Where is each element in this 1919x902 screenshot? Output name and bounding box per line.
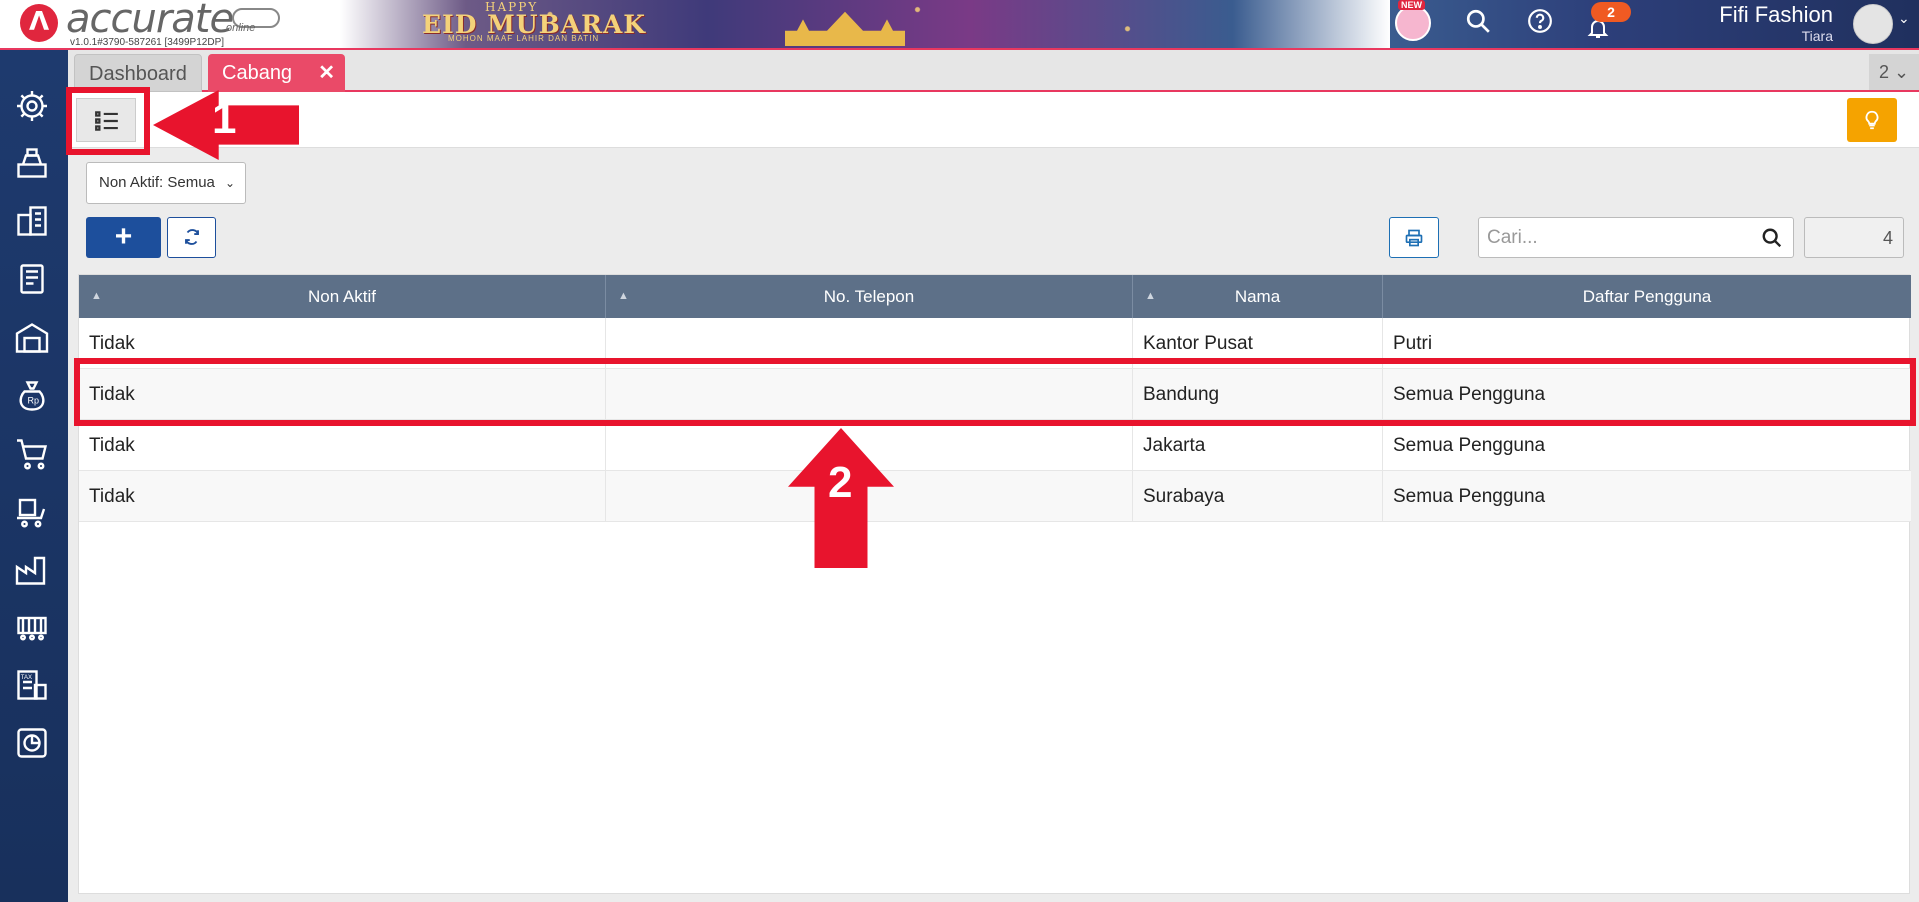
- column-header-pengguna[interactable]: Daftar Pengguna: [1383, 275, 1911, 318]
- tax-icon[interactable]: TAX: [14, 667, 54, 707]
- search-box: [1478, 217, 1794, 258]
- ledger-icon[interactable]: [14, 261, 54, 301]
- factory-icon[interactable]: [14, 552, 54, 592]
- view-toolbar: [68, 92, 1919, 148]
- purchase-icon[interactable]: [14, 494, 54, 534]
- search-icon[interactable]: [1761, 227, 1783, 249]
- building-icon[interactable]: [14, 203, 54, 243]
- tab-cabang[interactable]: Cabang ✕: [208, 54, 345, 92]
- company-name[interactable]: Fifi Fashion: [1719, 2, 1833, 28]
- sort-icon: ▲: [1145, 290, 1156, 302]
- annotation-highlight-2: [74, 358, 1916, 426]
- annotation-number-1: 1: [212, 94, 237, 143]
- close-icon[interactable]: ✕: [318, 54, 335, 92]
- report-icon[interactable]: [14, 725, 54, 765]
- eid-banner: HAPPY EID MUBARAK MOHON MAAF LAHIR DAN B…: [340, 0, 1390, 48]
- settings-icon[interactable]: [14, 88, 54, 128]
- refresh-icon: [184, 229, 199, 245]
- logo-text: accurate: [66, 0, 234, 42]
- column-header-nama[interactable]: ▲ Nama: [1133, 275, 1383, 318]
- cell-non-aktif: Tidak: [79, 420, 606, 471]
- cell-nama: Surabaya: [1133, 471, 1383, 522]
- non-aktif-filter[interactable]: Non Aktif: Semua ⌄: [86, 162, 246, 204]
- annotation-highlight-1: [66, 87, 150, 155]
- sidebar: Rp TAX: [0, 50, 68, 902]
- tab-count-value: 2: [1878, 62, 1889, 82]
- money-bag-icon[interactable]: Rp: [14, 378, 54, 418]
- notification-badge: 2: [1591, 2, 1631, 22]
- warehouse-icon[interactable]: [14, 320, 54, 360]
- version-text: v1.0.1#3790-587261 [3499P12DP]: [70, 37, 225, 48]
- tab-bar: Dashboard Cabang ✕ 2 ⌄: [68, 50, 1919, 92]
- record-count: 4: [1804, 217, 1904, 258]
- tab-count-dropdown[interactable]: 2 ⌄: [1869, 54, 1919, 90]
- column-header-non-aktif[interactable]: ▲ Non Aktif: [79, 275, 606, 318]
- filter-label: Non Aktif: Semua: [99, 174, 215, 191]
- help-icon[interactable]: [1525, 8, 1555, 38]
- print-button[interactable]: [1389, 217, 1439, 258]
- new-feature-icon[interactable]: [1395, 5, 1431, 41]
- new-badge: NEW: [1398, 0, 1425, 10]
- tab-cabang-label: Cabang: [222, 62, 293, 84]
- lightbulb-icon: [1865, 110, 1879, 130]
- search-header-icon[interactable]: [1463, 8, 1493, 38]
- table-row[interactable]: Tidak Jakarta Semua Pengguna: [79, 420, 1911, 471]
- avatar[interactable]: [1853, 4, 1893, 44]
- banner-subtitle: MOHON MAAF LAHIR DAN BATIN: [448, 34, 600, 43]
- annotation-number-2: 2: [828, 458, 853, 507]
- svg-text:Rp: Rp: [28, 396, 40, 406]
- user-name: Tiara: [1801, 28, 1833, 44]
- logo-sub: online: [226, 22, 256, 34]
- production-icon[interactable]: [14, 609, 54, 649]
- cell-non-aktif: Tidak: [79, 471, 606, 522]
- cell-pengguna: Semua Pengguna: [1393, 435, 1546, 456]
- svg-text:TAX: TAX: [21, 675, 32, 681]
- table-header: ▲ Non Aktif ▲ No. Telepon ▲ Nama Daftar …: [79, 275, 1911, 318]
- plus-icon: +: [114, 220, 133, 253]
- search-input[interactable]: [1487, 224, 1747, 252]
- app-header: Λ accurate online v1.0.1#3790-587261 [34…: [0, 0, 1919, 50]
- cell-nama: Jakarta: [1133, 420, 1383, 471]
- refresh-button[interactable]: [167, 217, 216, 258]
- cash-register-icon[interactable]: [14, 145, 54, 185]
- logo-mark-icon: Λ: [20, 4, 58, 42]
- logo[interactable]: Λ accurate online v1.0.1#3790-587261 [34…: [20, 0, 350, 48]
- cell-pengguna: Semua Pengguna: [1393, 486, 1546, 507]
- table-row[interactable]: Tidak Surabaya Semua Pengguna: [79, 471, 1911, 522]
- chevron-down-icon[interactable]: ⌄: [1898, 10, 1910, 27]
- sort-icon: ▲: [618, 290, 629, 302]
- printer-icon: [1405, 229, 1423, 247]
- column-header-telepon[interactable]: ▲ No. Telepon: [606, 275, 1133, 318]
- add-button[interactable]: +: [86, 217, 161, 258]
- cart-icon[interactable]: [14, 436, 54, 476]
- chevron-down-icon: ⌄: [224, 176, 235, 190]
- sort-icon: ▲: [91, 290, 102, 302]
- lightbulb-button[interactable]: [1847, 98, 1897, 142]
